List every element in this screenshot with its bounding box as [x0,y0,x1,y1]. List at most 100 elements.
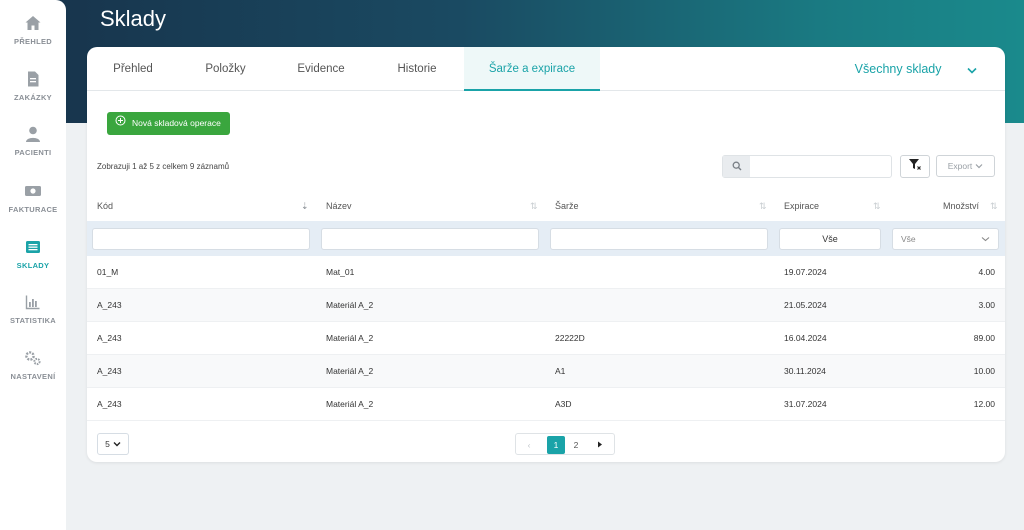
list-icon [0,238,66,258]
cell-expirace: 30.11.2024 [784,366,826,376]
sort-icon[interactable]: ⇅ [873,201,881,212]
sidebar-item-label: ZAKÁZKY [14,93,52,102]
warehouse-select[interactable]: Všechny sklady [855,47,977,91]
chevron-down-icon [967,48,977,92]
sidebar-item-label: STATISTIKA [9,316,57,325]
cell-kod: A_243 [97,300,122,310]
tab-bar: Přehled Položky Evidence Historie Šarže … [87,47,1005,91]
cell-expirace: 21.05.2024 [784,300,827,310]
table-row[interactable]: 01_M Mat_01 19.07.2024 4.00 [87,256,1005,289]
document-icon [0,70,66,90]
cell-nazev: Materiál A_2 [326,366,374,376]
column-header-kod[interactable]: Kód [97,201,113,215]
cell-expirace: 19.07.2024 [784,267,827,277]
filter-nazev-input[interactable] [321,228,539,250]
cell-kod: A_243 [97,399,122,409]
column-header-nazev[interactable]: Název [326,201,352,215]
filter-mnozstvi-select[interactable]: Vše [892,228,999,250]
cell-kod: A_243 [97,366,122,376]
column-header-mnozstvi[interactable]: Množství [943,201,979,215]
next-page-button[interactable] [591,436,609,454]
search-box [722,155,892,178]
cell-mnozstvi: 10.00 [973,366,995,376]
page-size-value: 5 [105,439,110,449]
cell-kod: A_243 [97,333,122,343]
column-header-expirace[interactable]: Expirace [784,201,819,215]
chevron-down-icon [981,234,990,244]
sort-icon[interactable]: ⇅ [990,201,998,212]
filter-sarze-input[interactable] [550,228,768,250]
search-input[interactable] [750,156,891,177]
tab-historie[interactable]: Historie [370,47,464,91]
page-1-button[interactable]: 1 [547,436,565,454]
filter-kod-input[interactable] [92,228,310,250]
cell-sarze: A3D [555,399,572,409]
sort-icon[interactable]: ⇅ [530,201,538,212]
cell-sarze: 22222D [555,333,585,343]
plus-circle-icon [115,112,126,135]
tab-evidence[interactable]: Evidence [272,47,370,91]
chevron-down-icon [975,161,983,171]
tab-prehled[interactable]: Přehled [87,47,179,91]
sidebar-item-sklady[interactable]: SKLADY [0,238,66,288]
records-summary: Zobrazuji 1 až 5 z celkem 9 záznamů [97,162,230,171]
sidebar-item-label: NASTAVENÍ [10,372,56,381]
export-button[interactable]: Export [936,155,995,177]
chevron-down-icon [113,439,121,449]
page-2-button[interactable]: 2 [567,436,585,454]
cell-nazev: Materiál A_2 [326,333,374,343]
sidebar-item-nastaveni[interactable]: NASTAVENÍ [0,349,66,399]
cell-mnozstvi: 89.00 [973,333,995,343]
cell-nazev: Materiál A_2 [326,399,374,409]
cell-nazev: Materiál A_2 [326,300,374,310]
caret-right-icon [598,441,602,448]
pagination: ‹ 1 2 [515,433,615,455]
table-row[interactable]: A_243 Materiál A_2 A3D 31.07.2024 12.00 [87,388,1005,421]
filter-mnozstvi-value: Vše [901,234,916,244]
sidebar: PŘEHLED ZAKÁZKY PACIENTI FAKTURACE SKLAD… [0,0,66,530]
filter-expirace-input[interactable] [779,228,881,250]
cell-mnozstvi: 3.00 [978,300,995,310]
search-icon [732,158,742,176]
tab-sarze-a-expirace[interactable]: Šarže a expirace [464,47,600,91]
page-size-select[interactable]: 5 [97,433,129,455]
cell-kod: 01_M [97,267,119,277]
sidebar-item-prehled[interactable]: PŘEHLED [0,14,66,64]
sidebar-item-label: PŘEHLED [14,37,52,46]
new-operation-label: Nová skladová operace [132,118,221,128]
column-header-sarze[interactable]: Šarže [555,201,579,215]
page-title: Sklady [100,6,167,31]
sidebar-item-fakturace[interactable]: FAKTURACE [0,182,66,232]
cell-sarze: A1 [555,366,566,376]
sidebar-item-label: FAKTURACE [8,205,58,214]
main-card: Přehled Položky Evidence Historie Šarže … [87,47,1005,462]
sidebar-item-pacienti[interactable]: PACIENTI [0,125,66,175]
new-operation-button[interactable]: Nová skladová operace [107,112,230,135]
sidebar-item-zakazky[interactable]: ZAKÁZKY [0,70,66,120]
cell-expirace: 16.04.2024 [784,333,827,343]
table-row[interactable]: A_243 Materiál A_2 A1 30.11.2024 10.00 [87,355,1005,388]
cell-mnozstvi: 4.00 [978,267,995,277]
cell-nazev: Mat_01 [326,267,355,277]
cell-mnozstvi: 12.00 [973,399,995,409]
user-icon [0,125,66,145]
table-row[interactable]: A_243 Materiál A_2 22222D 16.04.2024 89.… [87,322,1005,355]
gears-icon [0,349,66,369]
filter-clear-icon [908,158,922,176]
sidebar-item-label: PACIENTI [14,148,52,157]
chart-icon [0,293,66,313]
sidebar-item-label: SKLADY [16,261,50,270]
sidebar-item-statistika[interactable]: STATISTIKA [0,293,66,343]
cell-expirace: 31.07.2024 [784,399,827,409]
warehouse-select-value: Všechny sklady [854,62,942,76]
home-icon [0,14,66,34]
export-label: Export [947,161,973,171]
tab-polozky[interactable]: Položky [179,47,272,91]
table-row[interactable]: A_243 Materiál A_2 21.05.2024 3.00 [87,289,1005,322]
search-button[interactable] [723,156,750,177]
sort-icon[interactable]: ⇅ [759,201,767,212]
banknote-icon [0,182,66,202]
sort-asc-icon[interactable]: ⇣ [301,201,309,212]
prev-page-button[interactable]: ‹ [520,436,538,454]
clear-filter-button[interactable] [900,155,930,178]
